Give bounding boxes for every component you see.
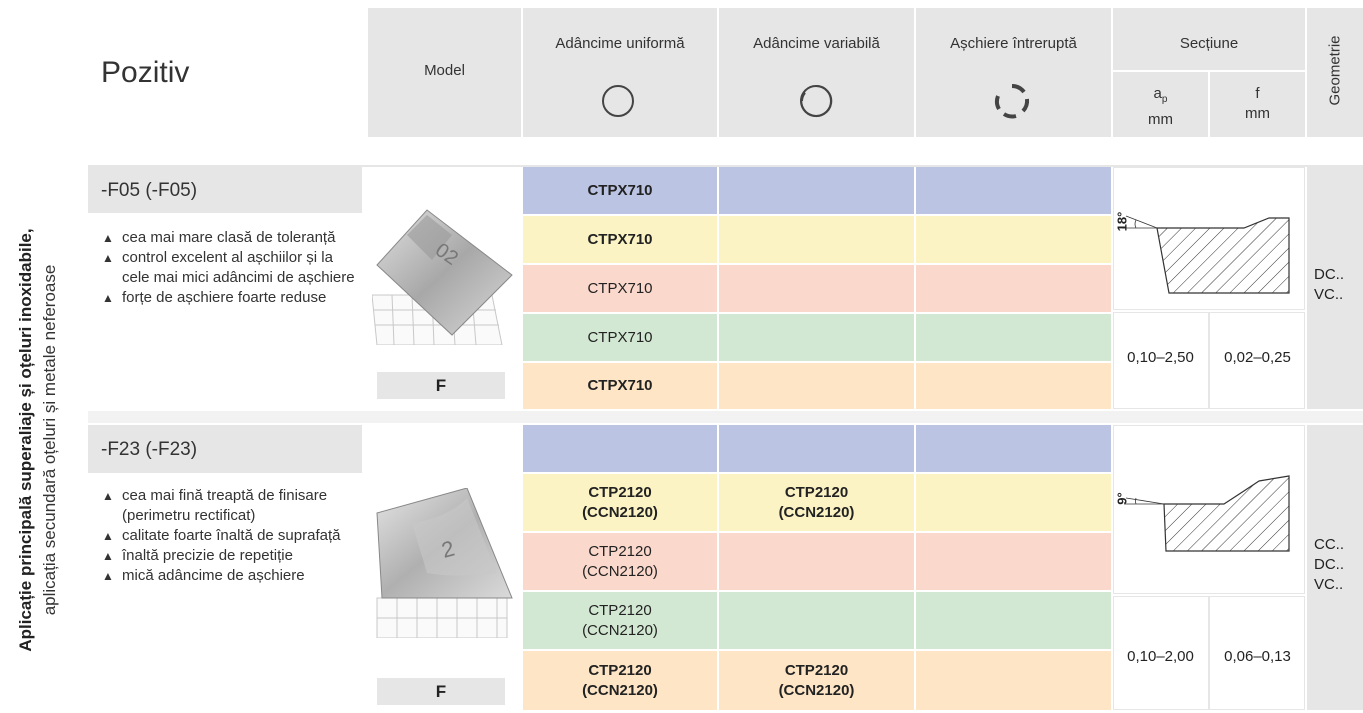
table-cell: [719, 167, 914, 214]
group2-top-separator: [88, 411, 1363, 423]
table-cell: [916, 216, 1111, 263]
uniform-depth-icon: [601, 84, 635, 118]
header-ap-subscript: p: [1161, 94, 1168, 105]
group1-insert-image: 02: [371, 205, 517, 346]
header-ap-symbol: a: [1153, 85, 1162, 102]
group2-feature: cea mai fină treaptă de finisare (perime…: [102, 486, 362, 526]
geometry-code: CC..: [1314, 536, 1344, 553]
cell-grade-alt: (CCN2120): [778, 681, 855, 699]
group1-geometry: DC.. VC..: [1314, 265, 1344, 305]
table-cell: [916, 592, 1111, 649]
header-f-unit: mm: [1245, 105, 1270, 122]
group2-features: cea mai fină treaptă de finisare (perime…: [102, 486, 362, 586]
geometry-code: VC..: [1314, 576, 1344, 593]
table-cell: [916, 651, 1111, 710]
cell-grade: CTP2120: [784, 661, 849, 679]
group1-f-value: 0,02–0,25: [1224, 349, 1291, 366]
header-section: Secțiune: [1179, 35, 1239, 52]
group1-feature: cea mai mare clasă de toleranță: [102, 228, 360, 248]
group1-section-drawing: [1113, 167, 1305, 310]
header-geometry: Geometrie: [1326, 35, 1344, 106]
table-cell: [523, 425, 717, 472]
table-cell: [719, 216, 914, 263]
header-ap-unit: mm: [1148, 111, 1173, 128]
group2-section-drawing: [1113, 425, 1305, 594]
table-cell: CTP2120 (CCN2120): [719, 651, 914, 710]
table-cell: [719, 425, 914, 472]
cell-grade: CTP2120: [588, 483, 652, 501]
side-label-secondary: aplicația secundară oțeluri și metale ne…: [40, 264, 59, 616]
group1-feature: control excelent al așchiilor și la cele…: [102, 248, 360, 288]
table-cell: CTPX710: [523, 216, 717, 263]
variable-depth-icon: [799, 84, 833, 118]
cell-grade-alt: (CCN2120): [582, 503, 658, 521]
table-cell: CTP2120 (CCN2120): [719, 474, 914, 531]
cell-grade: CTP2120: [588, 542, 652, 560]
interrupted-cut-icon: [994, 83, 1030, 119]
table-cell: [916, 167, 1111, 214]
group1-insert-label: F: [377, 372, 505, 399]
group2-feature: calitate foarte înaltă de suprafață: [102, 526, 362, 546]
group2-insert-label: F: [377, 678, 505, 705]
table-cell: [719, 592, 914, 649]
table-cell: [916, 314, 1111, 361]
group1-angle-label: 18°: [1114, 211, 1130, 232]
table-cell: CTPX710: [523, 363, 717, 409]
table-cell: CTPX710: [523, 265, 717, 312]
side-label: Aplicație principală superaliaje și oțel…: [14, 170, 74, 710]
group1-name: -F05 (-F05): [101, 180, 198, 201]
header-ap: ap mm: [1113, 84, 1208, 130]
table-cell: CTP2120 (CCN2120): [523, 651, 717, 710]
header-f-symbol: f: [1255, 85, 1260, 102]
cell-grade-alt: (CCN2120): [582, 621, 658, 639]
group2-insert-image: 2: [372, 487, 517, 639]
group2-ap-value: 0,10–2,00: [1127, 648, 1194, 665]
header-model: Model: [424, 62, 465, 79]
table-cell: CTP2120 (CCN2120): [523, 533, 717, 590]
side-label-main: Aplicație principală superaliaje și oțel…: [16, 228, 35, 652]
header-title: Pozitiv: [101, 56, 190, 89]
group1-features: cea mai mare clasă de toleranță control …: [102, 228, 360, 308]
header-f: f mm: [1210, 84, 1305, 124]
cell-grade: CTP2120: [588, 601, 652, 619]
geometry-code: DC..: [1314, 266, 1344, 283]
table-cell: CTP2120 (CCN2120): [523, 592, 717, 649]
table-cell: [719, 533, 914, 590]
geometry-code: DC..: [1314, 556, 1344, 573]
table-cell: [916, 533, 1111, 590]
group2-feature: înaltă precizie de repetiție: [102, 546, 362, 566]
group2-f-value: 0,06–0,13: [1224, 648, 1291, 665]
group2-angle-label: 9°: [1114, 492, 1130, 505]
cell-grade-alt: (CCN2120): [582, 681, 658, 699]
cell-grade: CTP2120: [588, 661, 652, 679]
table-cell: CTPX710: [523, 314, 717, 361]
table-cell: [719, 265, 914, 312]
header-col2: Adâncime variabilă: [753, 35, 880, 52]
table-cell: [916, 265, 1111, 312]
table-cell: CTPX710: [523, 167, 717, 214]
group2-geometry: CC.. DC.. VC..: [1314, 535, 1344, 595]
group1-feature: forțe de așchiere foarte reduse: [102, 288, 360, 308]
table-cell: [719, 363, 914, 409]
header-col3: Așchiere întreruptă: [950, 35, 1077, 52]
table-cell: CTP2120 (CCN2120): [523, 474, 717, 531]
geometry-code: VC..: [1314, 286, 1344, 303]
table-cell: [916, 474, 1111, 531]
group2-feature: mică adâncime de așchiere: [102, 566, 362, 586]
table-cell: [719, 314, 914, 361]
table-cell: [916, 425, 1111, 472]
cell-grade: CTP2120: [784, 483, 849, 501]
cell-grade-alt: (CCN2120): [582, 562, 658, 580]
group2-name: -F23 (-F23): [101, 439, 198, 460]
group1-ap-value: 0,10–2,50: [1127, 349, 1194, 366]
table-cell: [916, 363, 1111, 409]
header-col1: Adâncime uniformă: [555, 35, 685, 52]
cell-grade-alt: (CCN2120): [778, 503, 855, 521]
